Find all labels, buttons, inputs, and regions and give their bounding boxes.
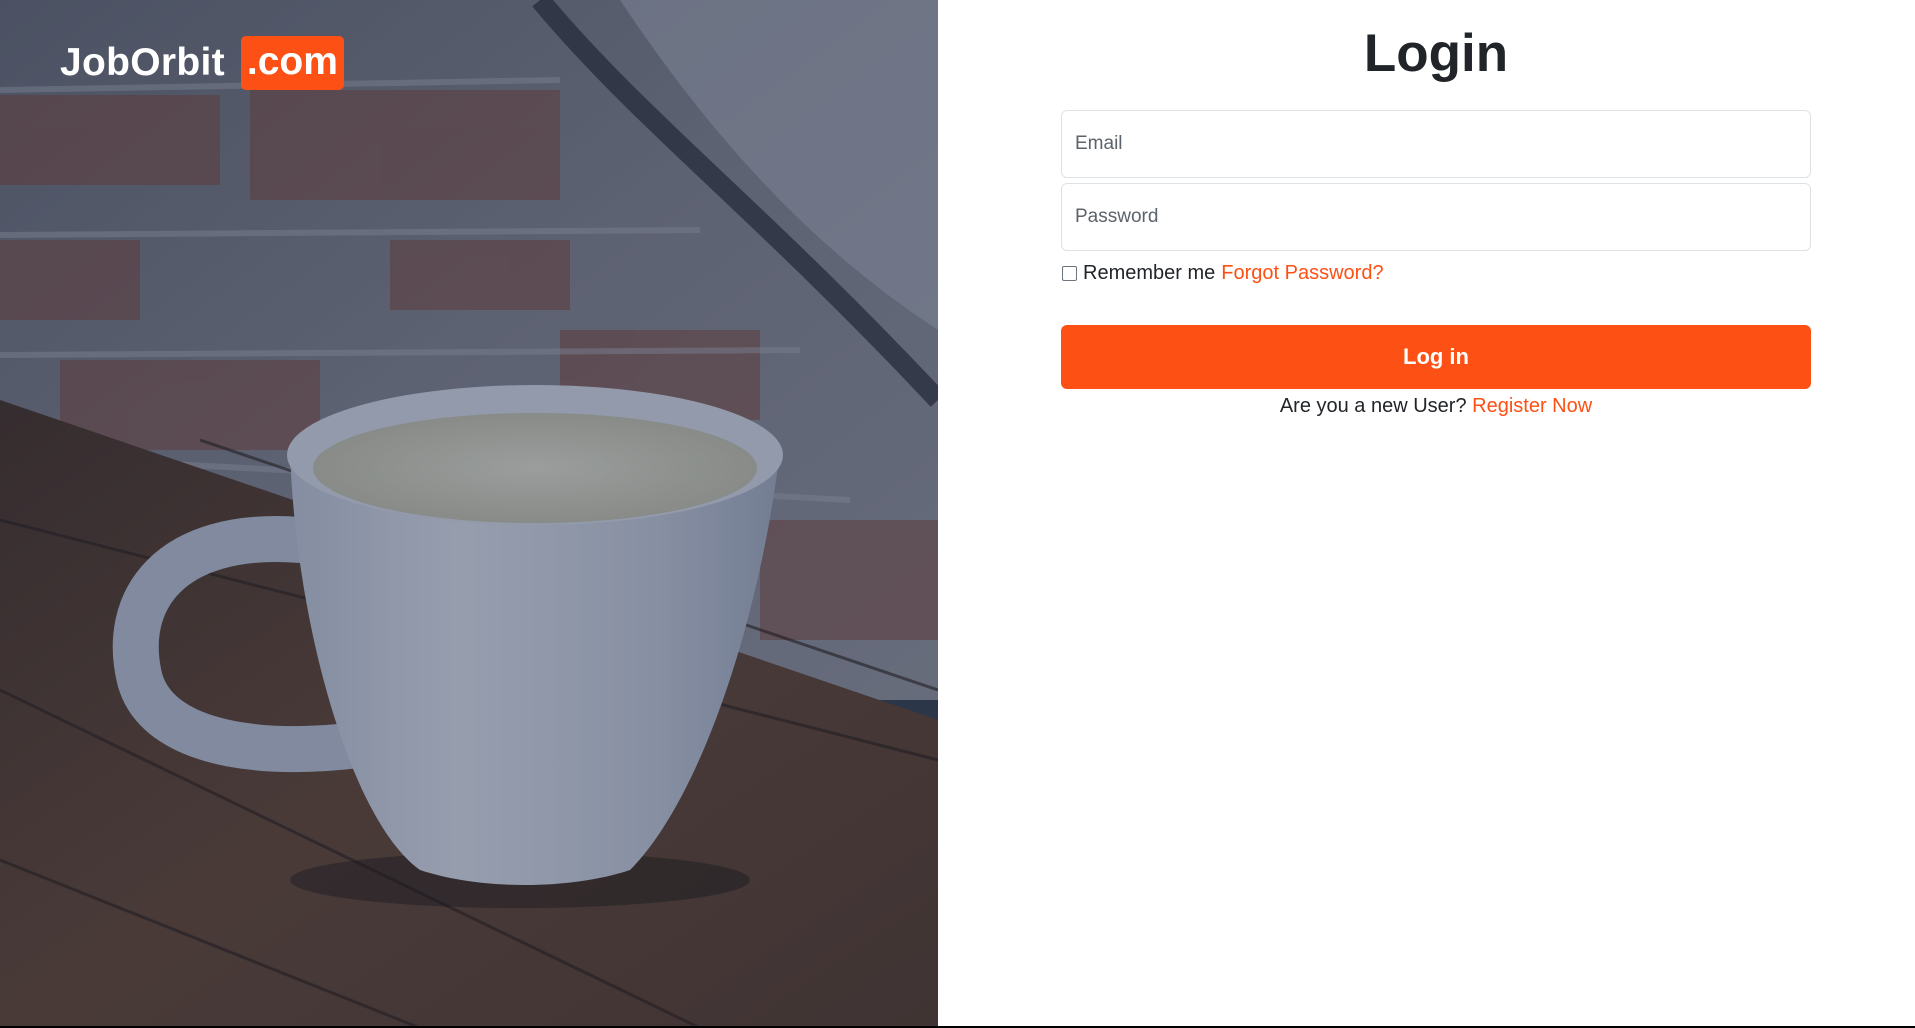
hero-overlay [0, 0, 938, 1028]
register-link[interactable]: Register Now [1472, 395, 1592, 417]
login-page: JobOrbit .com Login Remember me Forgot P… [0, 0, 1915, 1028]
email-field[interactable] [1061, 110, 1811, 178]
password-field[interactable] [1061, 183, 1811, 251]
forgot-password-link[interactable]: Forgot Password? [1221, 262, 1383, 285]
page-title: Login [1363, 24, 1509, 83]
remember-row: Remember me Forgot Password? [1061, 261, 1811, 285]
login-button[interactable]: Log in [1061, 325, 1811, 389]
brand-logo[interactable]: JobOrbit .com [60, 36, 344, 90]
register-row: Are you a new User? Register Now [1061, 395, 1811, 418]
brand-name: JobOrbit [60, 40, 225, 84]
new-user-prompt: Are you a new User? [1279, 395, 1467, 417]
remember-label: Remember me [1083, 261, 1216, 284]
login-form: Login Remember me Forgot Password? Log i… [1061, 0, 1811, 418]
remember-checkbox[interactable] [1062, 265, 1077, 281]
hero-panel: JobOrbit .com [0, 0, 938, 1028]
brand-tld-badge: .com [240, 36, 344, 90]
